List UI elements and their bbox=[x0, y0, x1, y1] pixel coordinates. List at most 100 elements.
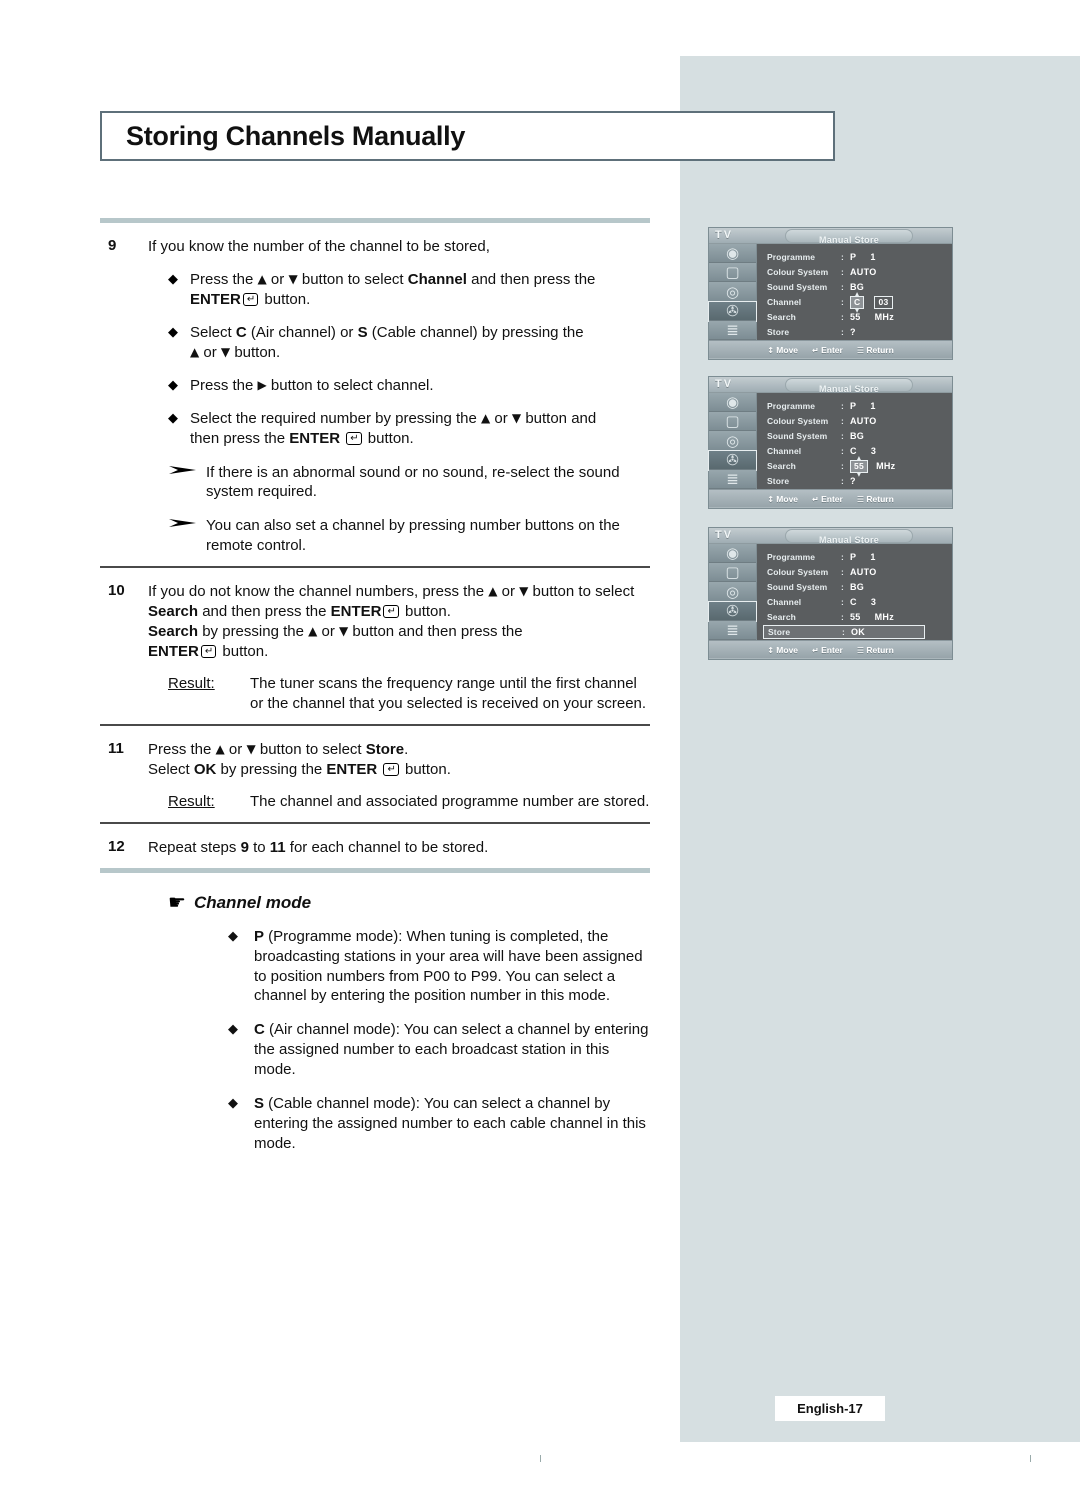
note-arrow-icon bbox=[168, 463, 206, 503]
setup-icon-glyph: ≣ bbox=[726, 620, 739, 639]
enter-key-icon: ↵ bbox=[346, 431, 362, 445]
osd-setup-icon[interactable]: ≣ bbox=[709, 620, 756, 641]
step-text: If you know the number of the channel to… bbox=[148, 238, 490, 255]
osd-row-sound-system[interactable]: Sound System: BG bbox=[767, 580, 952, 594]
osd-row-channel[interactable]: Channel: C 3 bbox=[767, 595, 952, 609]
osd-footer-bar: ↕ Move ↵ Enter ☰ Return bbox=[709, 489, 952, 507]
result-block: Result: The tuner scans the frequency ra… bbox=[100, 674, 650, 714]
step-10: 10 If you do not know the channel number… bbox=[100, 582, 650, 662]
osd-row-search[interactable]: Search:55 MHz bbox=[767, 459, 952, 473]
osd-value-unit: MHz bbox=[876, 460, 896, 471]
osd-footer-icon: ↕ bbox=[767, 645, 774, 655]
osd-footer-icon: ↵ bbox=[812, 345, 819, 355]
osd-footer-bar: ↕ Move ↵ Enter ☰ Return bbox=[709, 340, 952, 358]
osd-sound-icon[interactable]: ◎ bbox=[709, 431, 756, 451]
osd-footer-label: Return bbox=[866, 344, 894, 355]
osd-row-search[interactable]: Search:55 MHz bbox=[767, 610, 952, 624]
page-footer: English-17 bbox=[775, 1396, 885, 1421]
osd-settings-list: Programme: P 1 Colour System: AUTO Sound Syst… bbox=[757, 244, 952, 340]
osd-footer-return[interactable]: ☰ Return bbox=[857, 645, 894, 655]
osd-menu-tab[interactable]: Manual Store bbox=[785, 529, 913, 545]
crop-tick-right bbox=[1030, 1455, 1031, 1462]
channel-icon-glyph: ✇ bbox=[726, 450, 739, 469]
note-arrow-icon bbox=[168, 516, 206, 556]
section-divider bbox=[100, 566, 650, 569]
instructions-column: 9 If you know the number of the channel … bbox=[100, 218, 650, 1154]
osd-row-programme[interactable]: Programme: P 1 bbox=[767, 550, 952, 564]
osd-titlebar: TV Manual Store bbox=[709, 528, 952, 545]
osd-screen-icon[interactable]: ▢ bbox=[709, 263, 756, 283]
osd-row-channel[interactable]: Channel: C 03 bbox=[767, 295, 952, 309]
osd-row-search[interactable]: Search:55 MHz bbox=[767, 310, 952, 324]
osd-footer-enter[interactable]: ↵ Enter bbox=[812, 494, 843, 504]
setup-icon-glyph: ≣ bbox=[726, 469, 739, 488]
osd-row-label: Sound System bbox=[767, 431, 828, 441]
osd-row-label: Store bbox=[767, 327, 790, 337]
osd-category-icons: ◉ ▢ ◎ ✇ ≣ bbox=[708, 544, 757, 641]
osd-footer-label: Enter bbox=[821, 644, 843, 655]
osd-footer-enter[interactable]: ↵ Enter bbox=[812, 345, 843, 355]
step-text: Press the ▲ or ▼ button to select Store.… bbox=[148, 740, 451, 778]
osd-channel-icon[interactable]: ✇ bbox=[708, 600, 757, 622]
osd-value-box[interactable]: 03 bbox=[874, 295, 893, 309]
osd-body: ◉ ▢ ◎ ✇ ≣ Programme: P 1 Colour System: AUTO Sound… bbox=[708, 393, 952, 490]
osd-row-programme[interactable]: Programme: P 1 bbox=[767, 250, 952, 264]
osd-row-store[interactable]: Store:? bbox=[767, 474, 952, 488]
osd-row-programme[interactable]: Programme: P 1 bbox=[767, 399, 952, 413]
channel-mode-item: ◆ P (Programme mode): When tuning is com… bbox=[100, 927, 650, 1007]
channel-mode-section: ☛ Channel mode ◆ P (Programme mode): Whe… bbox=[100, 893, 650, 1154]
osd-footer-return[interactable]: ☰ Return bbox=[857, 494, 894, 504]
osd-footer-move[interactable]: ↕ Move bbox=[767, 494, 798, 504]
osd-row-store[interactable]: Store:? bbox=[767, 325, 952, 339]
screen-icon-glyph: ▢ bbox=[725, 412, 740, 431]
osd-channel-icon[interactable]: ✇ bbox=[708, 449, 757, 471]
osd-footer-label: Move bbox=[776, 493, 799, 504]
enter-key-icon: ↵ bbox=[383, 605, 399, 619]
osd-row-colour-system[interactable]: Colour System: AUTO bbox=[767, 565, 952, 579]
osd-setup-icon[interactable]: ≣ bbox=[709, 469, 756, 490]
osd-row-value: AUTO bbox=[850, 416, 877, 426]
osd-picture-icon[interactable]: ◉ bbox=[709, 244, 756, 264]
osd-picture-icon[interactable]: ◉ bbox=[709, 393, 756, 413]
osd-value-secondary: MHz bbox=[874, 612, 895, 622]
osd-row-colon: : bbox=[841, 401, 844, 411]
osd-screen-icon[interactable]: ▢ bbox=[709, 412, 756, 432]
osd-screen-icon[interactable]: ▢ bbox=[709, 563, 756, 583]
step-9: 9 If you know the number of the channel … bbox=[100, 237, 650, 257]
osd-row-label: Channel bbox=[767, 446, 802, 456]
osd-row-label: Sound System bbox=[767, 282, 828, 292]
sound-icon-glyph: ◎ bbox=[725, 431, 740, 450]
osd-titlebar: TV Manual Store bbox=[709, 377, 952, 394]
osd-row-colon: : bbox=[841, 446, 844, 456]
section-divider-top bbox=[100, 218, 650, 223]
osd-menu-tab[interactable]: Manual Store bbox=[785, 229, 913, 245]
osd-footer-return[interactable]: ☰ Return bbox=[857, 345, 894, 355]
osd-row-colour-system[interactable]: Colour System: AUTO bbox=[767, 414, 952, 428]
osd-value-spinner[interactable]: C bbox=[850, 295, 865, 309]
bullet-item: ◆ Press the ▶ button to select channel. bbox=[100, 376, 650, 396]
osd-value-secondary: 1 bbox=[870, 252, 876, 262]
note-text: You can also set a channel by pressing n… bbox=[206, 517, 620, 555]
osd-row-colon: : bbox=[841, 327, 844, 337]
osd-sound-icon[interactable]: ◎ bbox=[709, 282, 756, 302]
osd-value-spinner[interactable]: 55 bbox=[850, 459, 869, 473]
osd-value: P bbox=[850, 552, 857, 562]
step-number: 12 bbox=[108, 837, 125, 855]
step-9-bullets: ◆ Press the ▲ or ▼ button to select Chan… bbox=[100, 270, 650, 449]
arrow-glyph bbox=[169, 519, 196, 528]
osd-sound-icon[interactable]: ◎ bbox=[709, 582, 756, 602]
osd-footer-enter[interactable]: ↵ Enter bbox=[812, 645, 843, 655]
osd-setup-icon[interactable]: ≣ bbox=[709, 320, 756, 341]
osd-row-sound-system[interactable]: Sound System: BG bbox=[767, 429, 952, 443]
osd-menu-tab[interactable]: Manual Store bbox=[785, 378, 913, 394]
osd-row-colour-system[interactable]: Colour System: AUTO bbox=[767, 265, 952, 279]
picture-icon-glyph: ◉ bbox=[725, 393, 740, 412]
osd-footer-move[interactable]: ↕ Move bbox=[767, 345, 798, 355]
osd-row-colon: : bbox=[841, 312, 844, 322]
osd-channel-icon[interactable]: ✇ bbox=[708, 300, 757, 322]
osd-footer-move[interactable]: ↕ Move bbox=[767, 645, 798, 655]
osd-row-store[interactable]: Store: OK bbox=[763, 625, 925, 639]
osd-picture-icon[interactable]: ◉ bbox=[709, 544, 756, 564]
osd-value: P bbox=[850, 401, 857, 411]
osd-row-label: Programme bbox=[767, 552, 816, 562]
